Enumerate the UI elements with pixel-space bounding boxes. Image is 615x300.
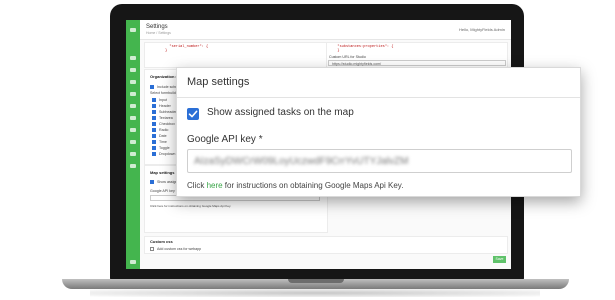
- code-left: "serial_number": { }: [165, 45, 209, 53]
- field-type-checkbox[interactable]: [152, 98, 156, 102]
- sidebar: [126, 20, 140, 269]
- show-tasks-label: Show assigned tasks on the map: [207, 107, 354, 118]
- back-arrow-icon[interactable]: [130, 28, 136, 32]
- custom-url-value: https://studio.mightyfields.com/: [332, 62, 382, 66]
- laptop-notch: [288, 279, 344, 283]
- breadcrumb[interactable]: Home / Settings: [146, 31, 171, 35]
- field-type-label: Dropdown: [159, 152, 176, 156]
- page-title: Settings: [146, 24, 168, 30]
- field-type-label: Time: [159, 140, 167, 144]
- field-type-label: Toggle: [159, 146, 170, 150]
- field-type-checkbox[interactable]: [152, 128, 156, 132]
- field-type-label: Textarea: [159, 116, 173, 120]
- custom-css-heading: Custom css: [150, 239, 173, 244]
- collapse-arrow-icon[interactable]: [130, 260, 136, 264]
- custom-url-label: Custom URL for Studio: [329, 55, 366, 59]
- sidebar-icon-1[interactable]: [130, 56, 136, 60]
- code-right: "substances:properties": { }: [337, 45, 394, 53]
- sidebar-icon-6[interactable]: [130, 116, 136, 120]
- help-prefix: Click: [187, 181, 207, 190]
- field-type-checkbox[interactable]: [152, 116, 156, 120]
- field-type-checkbox[interactable]: [152, 110, 156, 114]
- sidebar-icon-2[interactable]: [130, 68, 136, 72]
- sidebar-icon-10[interactable]: [130, 164, 136, 168]
- include-schema-checkbox[interactable]: [150, 85, 154, 89]
- field-type-label: Subheader: [159, 110, 177, 114]
- popup-header: Map settings: [177, 68, 580, 98]
- field-type-checkbox[interactable]: [152, 134, 156, 138]
- sidebar-icon-7[interactable]: [130, 128, 136, 132]
- laptop-shadow: [90, 289, 540, 297]
- top-bar: Settings Home / Settings Hello, MightyFi…: [140, 20, 511, 40]
- field-type-label: Header: [159, 104, 171, 108]
- product-mockup: Settings Home / Settings Hello, MightyFi…: [0, 0, 615, 300]
- custom-css-label: Add custom css for webapp: [157, 247, 202, 251]
- help-link[interactable]: here: [207, 181, 223, 190]
- api-key-value: AIzaSyDWCrW09LoyUczwdF9CrrYvUTYJalvZM: [194, 156, 409, 167]
- map-settings-popup: Map settings Show assigned tasks on the …: [176, 67, 581, 197]
- field-type-label: Input: [159, 98, 167, 102]
- mini-show-tasks-checkbox[interactable]: [150, 180, 154, 184]
- field-type-label: Checkbox: [159, 122, 175, 126]
- checkmark-icon: [188, 110, 198, 118]
- field-type-checkbox[interactable]: [152, 140, 156, 144]
- show-tasks-checkbox[interactable]: [187, 108, 199, 120]
- sidebar-icon-5[interactable]: [130, 104, 136, 108]
- field-type-checkbox[interactable]: [152, 122, 156, 126]
- field-type-checkbox[interactable]: [152, 104, 156, 108]
- api-key-label: Google API key *: [187, 134, 263, 145]
- api-key-input[interactable]: AIzaSyDWCrW09LoyUczwdF9CrrYvUTYJalvZM: [187, 149, 572, 173]
- field-type-checkbox[interactable]: [152, 152, 156, 156]
- mini-api-key-label: Google API key *: [150, 189, 178, 193]
- api-key-help: Click here for instructions on obtaining…: [187, 181, 403, 190]
- save-button[interactable]: Save: [493, 256, 506, 263]
- sidebar-icon-8[interactable]: [130, 140, 136, 144]
- sidebar-icon-9[interactable]: [130, 152, 136, 156]
- custom-css-checkbox[interactable]: [150, 247, 154, 251]
- mini-map-heading: Map settings: [150, 170, 175, 175]
- map-settings-title: Map settings: [187, 76, 250, 88]
- field-type-label: Date: [159, 134, 167, 138]
- user-menu[interactable]: Hello, MightyFields Admin: [459, 27, 505, 32]
- json-editor-left[interactable]: "serial_number": { }: [144, 42, 328, 68]
- help-suffix: for instructions on obtaining Google Map…: [222, 181, 404, 190]
- mini-help-text: Click here for instructions on obtaining…: [150, 204, 232, 208]
- sidebar-icon-4[interactable]: [130, 92, 136, 96]
- sidebar-icon-3[interactable]: [130, 80, 136, 84]
- custom-css-card: Custom css Add custom css for webapp: [144, 236, 508, 254]
- field-type-checkbox[interactable]: [152, 146, 156, 150]
- field-type-label: Radio: [159, 128, 169, 132]
- custom-url-input[interactable]: https://studio.mightyfields.com/: [328, 60, 506, 66]
